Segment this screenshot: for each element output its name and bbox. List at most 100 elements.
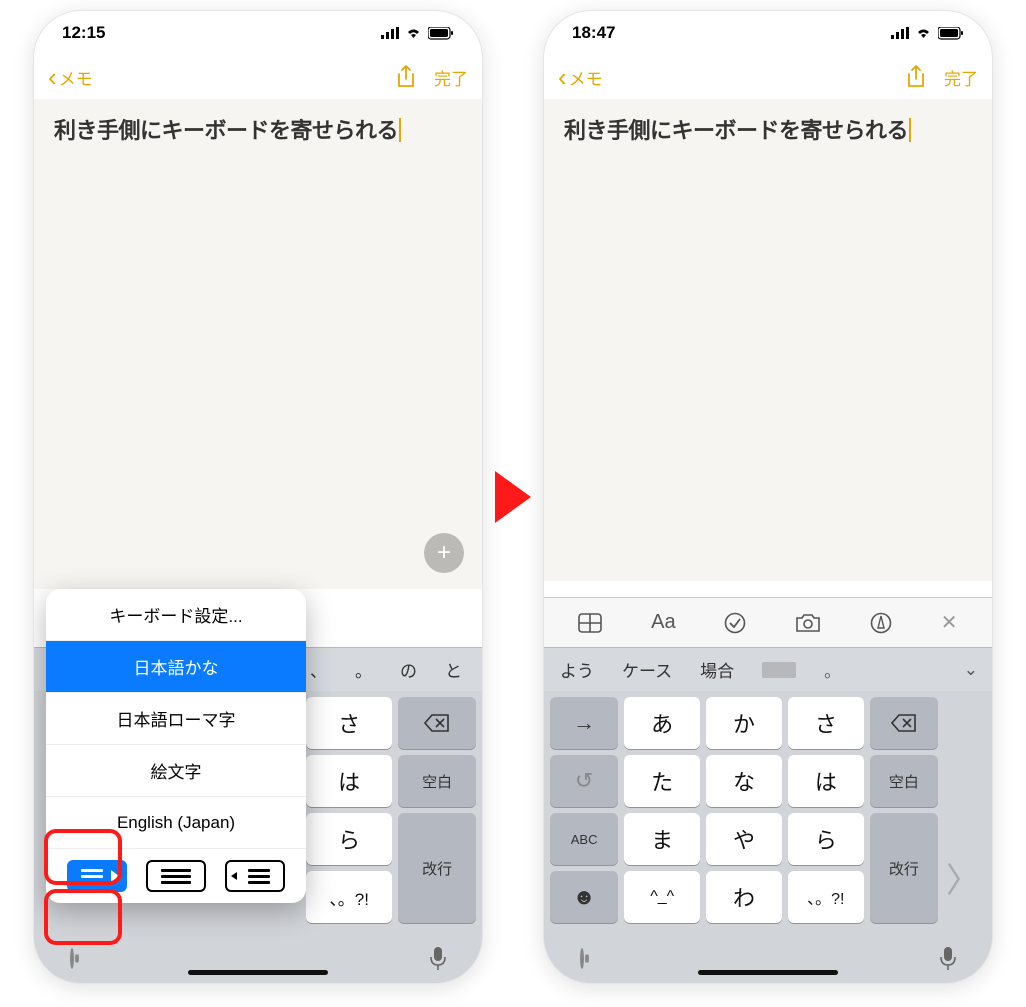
done-button[interactable]: 完了 xyxy=(944,65,978,90)
done-button[interactable]: 完了 xyxy=(434,65,468,90)
close-toolbar-button[interactable]: ✕ xyxy=(941,610,958,635)
keyboard-option[interactable]: 日本語ローマ字 xyxy=(46,693,306,745)
battery-icon xyxy=(938,27,964,40)
emoji-key[interactable]: ☻ xyxy=(550,871,618,923)
back-label: メモ xyxy=(59,65,93,90)
status-bar: 18:47 xyxy=(544,11,992,55)
arrow-right-icon xyxy=(495,471,531,523)
globe-icon xyxy=(70,948,74,969)
key[interactable]: ら xyxy=(788,813,864,865)
key[interactable]: は xyxy=(788,755,864,807)
text-cursor xyxy=(909,118,911,142)
keyboard-dock-left[interactable] xyxy=(67,860,127,892)
key[interactable]: わ xyxy=(706,871,782,923)
suggestion[interactable]: 場合 xyxy=(692,657,742,682)
status-icons xyxy=(891,27,964,40)
key[interactable]: た xyxy=(624,755,700,807)
backspace-key[interactable] xyxy=(870,697,938,749)
key[interactable]: ま xyxy=(624,813,700,865)
share-button[interactable] xyxy=(396,65,416,89)
suggestion-dot[interactable]: 。 xyxy=(816,657,849,682)
note-body[interactable]: 利き手側にキーボードを寄せられる xyxy=(544,99,992,581)
home-indicator xyxy=(188,970,328,975)
suggestion[interactable]: ケース xyxy=(614,657,680,682)
keyboard-icon xyxy=(81,869,103,884)
keyboard-bottom-bar xyxy=(544,935,992,983)
expand-suggestions[interactable]: ⌄ xyxy=(964,660,984,680)
keyboard-settings-item[interactable]: キーボード設定... xyxy=(46,589,306,641)
plus-icon: + xyxy=(437,539,451,567)
key[interactable]: や xyxy=(706,813,782,865)
next-candidate-key[interactable]: → xyxy=(550,697,618,749)
table-button[interactable] xyxy=(578,613,602,633)
suggestion[interactable]: と xyxy=(437,657,470,682)
key[interactable]: さ xyxy=(788,697,864,749)
key[interactable]: か xyxy=(706,697,782,749)
key[interactable]: ^_^ xyxy=(624,871,700,923)
triangle-right-icon xyxy=(111,870,119,882)
dictation-button[interactable] xyxy=(940,947,956,971)
keyboard-icon xyxy=(762,662,796,678)
notes-toolbar: Aa ✕ xyxy=(544,597,992,647)
suggestion[interactable]: の xyxy=(392,657,425,682)
format-button[interactable]: Aa xyxy=(651,611,675,634)
status-time: 18:47 xyxy=(572,23,615,43)
keyboard: Aa ✕ よう ケース 場合 。 ⌄ → あ か xyxy=(544,597,992,983)
checklist-button[interactable] xyxy=(724,612,746,634)
mic-icon xyxy=(940,947,956,971)
key[interactable]: さ xyxy=(306,697,392,749)
keyboard-dock-icons xyxy=(46,849,306,903)
dictation-button[interactable] xyxy=(430,947,446,971)
keyboard-bottom-bar xyxy=(34,935,482,983)
suggestion[interactable]: よう xyxy=(552,657,602,682)
key[interactable]: 、。?! xyxy=(306,871,392,923)
space-key[interactable]: 空白 xyxy=(870,755,938,807)
keyboard-dock-right[interactable] xyxy=(225,860,285,892)
expand-keyboard-handle[interactable]: 〉 xyxy=(946,853,980,902)
undo-key[interactable]: ↺ xyxy=(550,755,618,807)
backspace-icon xyxy=(891,714,917,732)
status-bar: 12:15 xyxy=(34,11,482,55)
keyboard-option[interactable]: English (Japan) xyxy=(46,797,306,849)
key[interactable]: は xyxy=(306,755,392,807)
key[interactable]: ら xyxy=(306,813,392,865)
camera-button[interactable] xyxy=(795,613,821,633)
key[interactable]: あ xyxy=(624,697,700,749)
backspace-key[interactable] xyxy=(398,697,476,749)
pen-circle-icon xyxy=(870,612,892,634)
share-icon xyxy=(396,65,416,89)
phone-right: 18:47 ‹ メモ 完了 利き手側にキーボードを寄せられる xyxy=(543,10,993,984)
key[interactable]: な xyxy=(706,755,782,807)
keyboard-dock-full[interactable] xyxy=(146,860,206,892)
suggestion-bar: よう ケース 場合 。 ⌄ xyxy=(544,647,992,691)
markup-button[interactable] xyxy=(870,612,892,634)
space-key[interactable]: 空白 xyxy=(398,755,476,807)
text-cursor xyxy=(399,118,401,142)
table-icon xyxy=(578,613,602,633)
expand-suggestions[interactable]: ⌄ xyxy=(482,660,483,680)
back-label: メモ xyxy=(569,65,603,90)
globe-button[interactable] xyxy=(70,950,74,968)
suggestion-keyboard[interactable] xyxy=(754,662,804,678)
camera-icon xyxy=(795,613,821,633)
keyboard-icon xyxy=(248,869,270,884)
note-body[interactable]: 利き手側にキーボードを寄せられる + xyxy=(34,99,482,589)
battery-icon xyxy=(428,27,454,40)
backspace-icon xyxy=(424,714,450,732)
keyboard-icon xyxy=(161,869,191,884)
back-button[interactable]: ‹ メモ xyxy=(558,64,603,90)
share-button[interactable] xyxy=(906,65,926,89)
chevron-left-icon: ‹ xyxy=(558,64,567,90)
key[interactable]: 、。?! xyxy=(788,871,864,923)
wifi-icon xyxy=(915,27,932,39)
globe-button[interactable] xyxy=(580,950,584,968)
abc-key[interactable]: ABC xyxy=(550,813,618,865)
add-button[interactable]: + xyxy=(424,533,464,573)
keyboard-option[interactable]: 日本語かな xyxy=(46,641,306,693)
back-button[interactable]: ‹ メモ xyxy=(48,64,93,90)
suggestion[interactable]: 、 xyxy=(302,657,335,682)
keyboard-option[interactable]: 絵文字 xyxy=(46,745,306,797)
suggestion[interactable]: 。 xyxy=(347,657,380,682)
status-time: 12:15 xyxy=(62,23,105,43)
signal-icon xyxy=(381,27,399,39)
